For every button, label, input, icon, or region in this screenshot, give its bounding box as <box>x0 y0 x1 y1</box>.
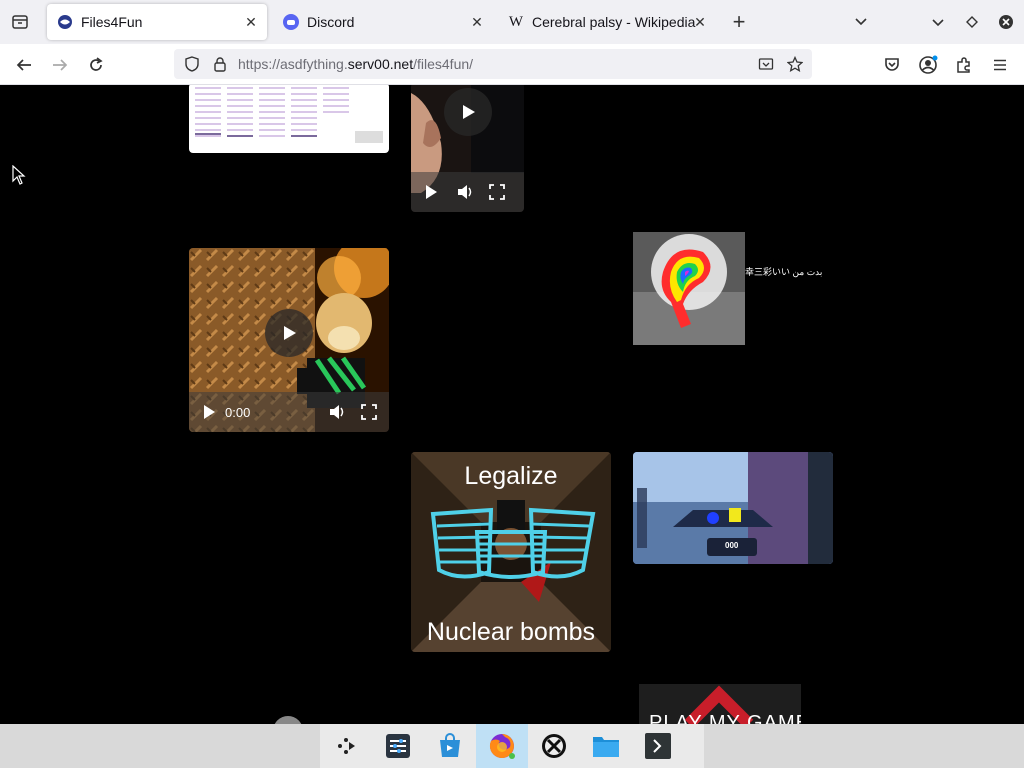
shield-icon[interactable] <box>184 56 200 72</box>
tab-files4fun[interactable]: Files4Fun ✕ <box>47 4 267 40</box>
minimize-icon[interactable] <box>928 12 948 32</box>
play-icon[interactable] <box>423 184 439 200</box>
image-side-text: 幸三彩いい بدت من <box>745 267 823 277</box>
new-tab-icon[interactable]: + <box>729 9 749 34</box>
video-time: 0:00 <box>225 404 251 420</box>
hamburger-menu-icon[interactable] <box>989 54 1011 76</box>
meme-caption-top: Legalize <box>464 462 558 490</box>
navigation-toolbar: https://asdfything.serv00.net/files4fun/ <box>0 44 1024 85</box>
video-player[interactable]: 0:00 <box>189 248 389 432</box>
volume-icon[interactable] <box>329 404 347 420</box>
video-player[interactable] <box>411 85 524 212</box>
url-host: serv00.net <box>347 56 414 72</box>
close-tab-icon[interactable]: ✕ <box>469 14 485 30</box>
promo-image[interactable]: PLAY MY GAME <box>639 684 801 724</box>
close-window-icon[interactable] <box>996 12 1016 32</box>
system-settings-icon[interactable] <box>372 724 424 768</box>
fullscreen-icon[interactable] <box>489 184 505 200</box>
terminal-icon[interactable] <box>632 724 684 768</box>
back-button[interactable] <box>13 54 35 76</box>
globe-icon <box>57 14 73 30</box>
account-icon[interactable] <box>917 54 939 76</box>
volume-icon[interactable] <box>457 184 475 200</box>
close-tab-icon[interactable]: ✕ <box>243 14 259 30</box>
play-overlay-button[interactable] <box>444 88 492 136</box>
rainbow-figure-image[interactable] <box>633 232 745 345</box>
pocket-icon[interactable] <box>881 54 903 76</box>
reader-view-icon[interactable] <box>758 56 774 72</box>
url-bar[interactable]: https://asdfything.serv00.net/files4fun/ <box>174 49 812 79</box>
discord-icon <box>283 14 299 30</box>
tab-discord[interactable]: Discord ✕ <box>273 4 493 40</box>
play-icon[interactable] <box>201 404 217 420</box>
url-text: https://asdfything.serv00.net/files4fun/ <box>238 56 473 72</box>
software-center-icon[interactable] <box>424 724 476 768</box>
file-manager-icon[interactable] <box>580 724 632 768</box>
inkscape-icon[interactable] <box>528 724 580 768</box>
url-path: /files4fun/ <box>413 56 474 72</box>
close-tab-icon[interactable]: ✕ <box>692 14 708 30</box>
page-content: 0:00 幸三彩いい بدت من Legalize Nuclear bombs… <box>0 85 1024 724</box>
forward-button[interactable] <box>49 54 71 76</box>
promo-text: PLAY MY GAME <box>649 712 801 724</box>
firefox-icon[interactable] <box>476 724 528 768</box>
game-screenshot-image[interactable]: 000 <box>633 452 833 564</box>
video-controls: 0:00 <box>189 392 389 432</box>
chevron-down-icon[interactable] <box>851 12 871 32</box>
url-prefix: https://asdfything. <box>238 56 348 72</box>
tab-wikipedia[interactable]: W Cerebral palsy - Wikipedia ✕ <box>498 4 716 40</box>
tab-list-icon[interactable] <box>10 12 30 32</box>
video-controls <box>411 172 524 212</box>
spreadsheet-image[interactable] <box>189 85 389 153</box>
maximize-icon[interactable] <box>962 12 982 32</box>
taskbar <box>0 724 1024 768</box>
partial-element <box>273 716 303 724</box>
tab-label: Files4Fun <box>81 14 143 30</box>
tab-label: Discord <box>307 14 355 30</box>
wikipedia-icon: W <box>508 13 524 30</box>
mouse-cursor-icon <box>12 165 26 185</box>
fullscreen-icon[interactable] <box>361 404 377 420</box>
play-overlay-button[interactable] <box>265 309 313 357</box>
reload-button[interactable] <box>85 54 107 76</box>
tab-strip: Files4Fun ✕ Discord ✕ W Cerebral palsy -… <box>0 0 1024 44</box>
game-score-text: 000 <box>725 541 739 550</box>
dock <box>320 724 704 768</box>
meme-caption-bottom: Nuclear bombs <box>426 618 596 646</box>
app-launcher-icon[interactable] <box>320 724 372 768</box>
lock-icon[interactable] <box>212 56 228 72</box>
extensions-icon[interactable] <box>953 54 975 76</box>
meme-image[interactable]: Legalize Nuclear bombs <box>411 452 611 652</box>
bookmark-star-icon[interactable] <box>787 56 803 72</box>
tab-label: Cerebral palsy - Wikipedia <box>532 14 696 30</box>
